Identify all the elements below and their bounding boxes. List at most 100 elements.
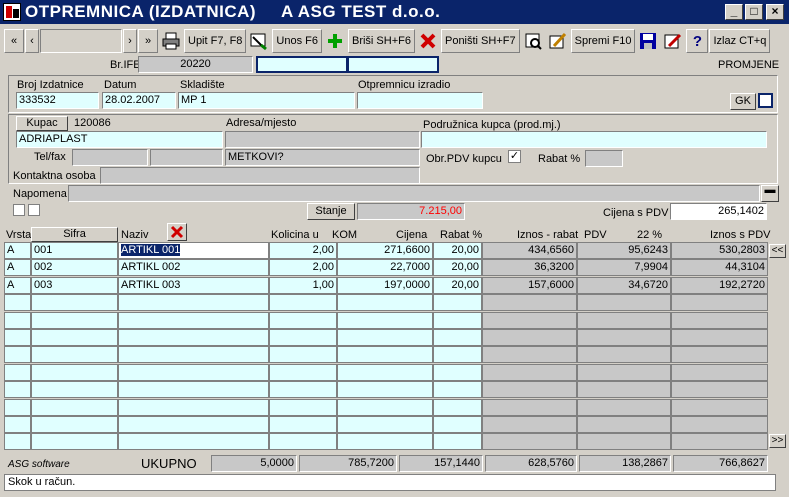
cell-rabat[interactable]	[433, 346, 482, 364]
cell-iznos-rabat[interactable]: 157,6000	[482, 276, 577, 294]
cell-naziv[interactable]	[118, 294, 269, 312]
maximize-button[interactable]: □	[745, 4, 763, 20]
col-sifra-header[interactable]: Sifra	[31, 227, 118, 242]
undo-icon[interactable]	[521, 29, 545, 53]
printer-icon[interactable]	[159, 29, 183, 53]
cell-cijena[interactable]	[337, 416, 433, 433]
cell-iznos-rabat[interactable]	[482, 433, 577, 451]
nav-next-button[interactable]: ›	[123, 29, 137, 53]
cell-vrsta[interactable]	[4, 433, 31, 451]
obr-pdv-checkbox[interactable]: ✓	[508, 150, 521, 163]
cell-sifra[interactable]	[31, 311, 118, 329]
close-button[interactable]: ×	[766, 4, 784, 20]
cell-iznos-pdv[interactable]	[671, 398, 768, 416]
cell-sifra[interactable]: 002	[31, 259, 118, 277]
cell-vrsta[interactable]	[4, 294, 31, 312]
cell-kolicina[interactable]	[269, 398, 337, 416]
br-ife-field[interactable]: 20220	[138, 56, 253, 73]
cell-naziv[interactable]	[118, 381, 269, 399]
cell-sifra[interactable]	[31, 398, 118, 416]
adresa-field[interactable]	[225, 131, 420, 148]
cell-cijena[interactable]: 197,0000	[337, 276, 433, 294]
grid-scroll-down-button[interactable]: >>	[769, 434, 786, 448]
cell-vrsta[interactable]: A	[4, 276, 31, 294]
grid-scroll-up-button[interactable]: <<	[769, 244, 786, 258]
gk-button[interactable]: GK	[730, 93, 756, 110]
stanje-button[interactable]: Stanje	[307, 203, 355, 220]
cell-sifra[interactable]	[31, 294, 118, 312]
cell-iznos-pdv[interactable]	[671, 363, 768, 381]
pencil-icon[interactable]	[661, 29, 685, 53]
upit-button[interactable]: Upit F7, F8	[184, 29, 247, 53]
cell-kolicina[interactable]: 1,00	[269, 276, 337, 294]
cell-rabat[interactable]	[433, 329, 482, 346]
cell-rabat[interactable]	[433, 398, 482, 416]
cell-kolicina[interactable]	[269, 329, 337, 346]
cell-rabat[interactable]	[433, 416, 482, 433]
cell-cijena[interactable]	[337, 433, 433, 451]
cell-iznos-pdv[interactable]	[671, 433, 768, 451]
cell-pdv[interactable]	[577, 398, 671, 416]
cell-iznos-pdv[interactable]: 44,3104	[671, 259, 768, 277]
skladiste-field[interactable]: MP 1	[178, 92, 355, 109]
nav-last-button[interactable]: »	[138, 29, 158, 53]
cell-iznos-rabat[interactable]	[482, 294, 577, 312]
cell-rabat[interactable]	[433, 363, 482, 381]
cell-iznos-pdv[interactable]	[671, 311, 768, 329]
izlaz-button[interactable]: Izlaz CT+q	[709, 29, 771, 53]
kupac-button[interactable]: Kupac	[16, 116, 68, 131]
cell-pdv[interactable]	[577, 363, 671, 381]
cell-iznos-rabat[interactable]	[482, 381, 577, 399]
cell-kolicina[interactable]	[269, 433, 337, 451]
cell-pdv[interactable]	[577, 346, 671, 364]
cell-sifra[interactable]	[31, 381, 118, 399]
cell-rabat[interactable]	[433, 294, 482, 312]
cell-pdv[interactable]	[577, 433, 671, 451]
cell-sifra[interactable]: 003	[31, 276, 118, 294]
option-checkbox-1[interactable]	[13, 204, 25, 216]
cell-pdv[interactable]: 95,6243	[577, 242, 671, 259]
cell-naziv[interactable]	[118, 416, 269, 433]
cell-iznos-rabat[interactable]: 36,3200	[482, 259, 577, 277]
cell-pdv[interactable]: 7,9904	[577, 259, 671, 277]
cell-pdv[interactable]	[577, 294, 671, 312]
cell-naziv[interactable]: ARTIKL 002	[118, 259, 269, 277]
cell-iznos-rabat[interactable]	[482, 329, 577, 346]
cell-cijena[interactable]	[337, 329, 433, 346]
broj-izdatnice-field[interactable]: 333532	[16, 92, 99, 109]
cell-iznos-rabat[interactable]: 434,6560	[482, 242, 577, 259]
cell-vrsta[interactable]	[4, 346, 31, 364]
query-icon[interactable]	[247, 29, 271, 53]
minimize-button[interactable]: _	[725, 4, 743, 20]
cell-kolicina[interactable]	[269, 294, 337, 312]
cell-pdv[interactable]	[577, 381, 671, 399]
help-button[interactable]: ?	[686, 29, 709, 53]
cell-iznos-pdv[interactable]	[671, 416, 768, 433]
cell-cijena[interactable]	[337, 311, 433, 329]
cell-vrsta[interactable]	[4, 398, 31, 416]
gk-checkbox[interactable]	[758, 93, 773, 108]
save-icon[interactable]	[636, 29, 660, 53]
cell-kolicina[interactable]	[269, 363, 337, 381]
nav-first-button[interactable]: «	[4, 29, 24, 53]
cell-iznos-rabat[interactable]	[482, 398, 577, 416]
cell-naziv[interactable]	[118, 329, 269, 346]
kupac-name-field[interactable]: ADRIAPLAST	[16, 131, 223, 148]
cell-pdv[interactable]	[577, 329, 671, 346]
option-checkbox-2[interactable]	[28, 204, 40, 216]
cell-naziv[interactable]	[118, 346, 269, 364]
clear-icon[interactable]	[167, 223, 187, 241]
cell-vrsta[interactable]	[4, 329, 31, 346]
podruznica-field[interactable]	[421, 131, 767, 148]
cell-sifra[interactable]	[31, 416, 118, 433]
delete-icon[interactable]	[416, 29, 440, 53]
cell-rabat[interactable]	[433, 433, 482, 451]
tel-field[interactable]	[72, 149, 148, 166]
cell-iznos-pdv[interactable]	[671, 329, 768, 346]
cell-cijena[interactable]	[337, 363, 433, 381]
cell-rabat[interactable]	[433, 381, 482, 399]
ife-extra-field-1[interactable]	[256, 56, 348, 73]
cell-iznos-rabat[interactable]	[482, 416, 577, 433]
cijena-pdv-field[interactable]: 265,1402	[670, 203, 767, 220]
cell-kolicina[interactable]: 2,00	[269, 242, 337, 259]
